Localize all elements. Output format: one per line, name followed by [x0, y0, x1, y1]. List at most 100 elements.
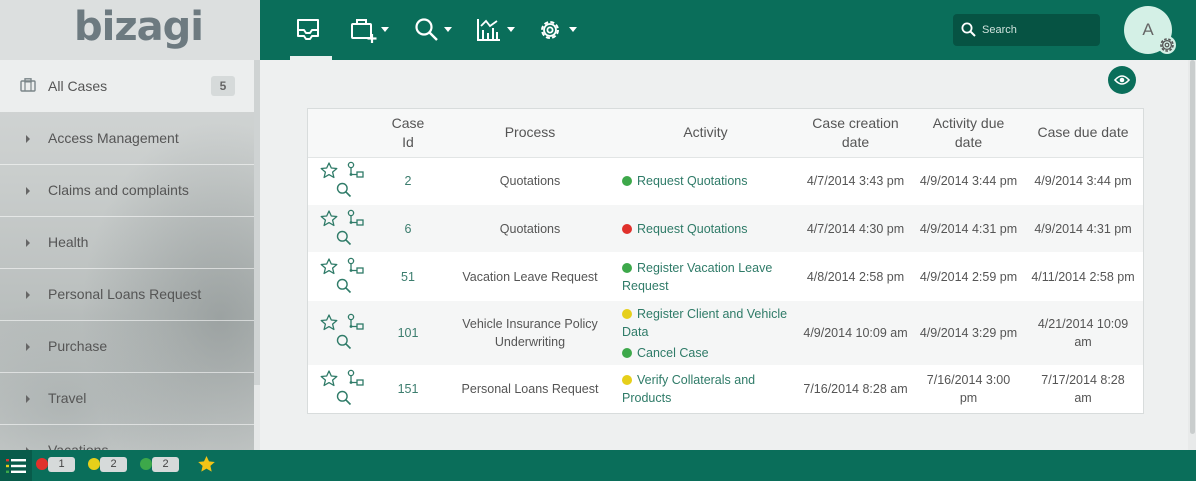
search-input[interactable]	[982, 22, 1092, 38]
case-id-cell[interactable]: 2	[370, 157, 446, 205]
search-icon[interactable]	[336, 230, 352, 246]
star-icon[interactable]	[320, 314, 338, 331]
table-row[interactable]: 6 Quotations Request Quotations 4/7/2014…	[308, 205, 1143, 252]
bizagi-logo[interactable]: bizagi	[74, 4, 204, 50]
sidebar-item-label: Claims and complaints	[48, 182, 189, 198]
search-icon[interactable]	[336, 182, 352, 198]
main-scrollbar-thumb[interactable]	[1190, 60, 1195, 434]
activity-link[interactable]: Verify Collaterals and Products	[622, 371, 791, 407]
search-menu-button[interactable]	[414, 14, 454, 46]
process-cell: Vacation Leave Request	[446, 252, 614, 301]
workflow-icon[interactable]	[347, 369, 365, 387]
table-row[interactable]: 51 Vacation Leave Request Register Vacat…	[308, 252, 1143, 301]
column-header-case-creation-date[interactable]: Case creation date	[797, 109, 914, 158]
column-header-case-due-date[interactable]: Case due date	[1023, 109, 1143, 158]
sidebar-item-all-cases[interactable]: All Cases 5	[0, 60, 254, 112]
column-header-case-id[interactable]: Case Id	[370, 109, 446, 158]
caret-right-icon	[26, 291, 30, 299]
briefcase-icon	[20, 78, 36, 92]
activity-label: Verify Collaterals and Products	[622, 373, 756, 405]
sidebar-scrollbar[interactable]	[254, 60, 260, 450]
active-tab-indicator	[290, 56, 332, 60]
activity-cell: Request Quotations	[614, 205, 797, 252]
settings-button[interactable]	[537, 14, 579, 46]
sidebar-item-travel[interactable]: Travel	[0, 373, 254, 425]
row-actions	[308, 301, 370, 365]
workflow-icon[interactable]	[347, 313, 365, 331]
logo-area: bizagi	[0, 0, 260, 60]
chevron-down-icon	[444, 27, 452, 32]
table-row[interactable]: 151 Personal Loans Request Verify Collat…	[308, 365, 1143, 413]
case-id-cell[interactable]: 51	[370, 252, 446, 301]
process-cell: Vehicle Insurance Policy Underwriting	[446, 301, 614, 365]
row-actions	[308, 205, 370, 252]
caret-right-icon	[26, 135, 30, 143]
sidebar: bizagi All Cases 5 Access Management Cla…	[0, 0, 260, 450]
main-scrollbar[interactable]	[1188, 60, 1196, 450]
star-icon[interactable]	[320, 257, 338, 275]
activity-cell: Verify Collaterals and Products	[614, 365, 797, 413]
sidebar-item-label: Health	[48, 234, 89, 250]
activity-link[interactable]: Register Vacation Leave Request	[622, 259, 791, 295]
analytics-button[interactable]	[476, 14, 516, 46]
activity-label: Request Quotations	[637, 221, 748, 236]
case-creation-date-cell: 4/7/2014 3:43 pm	[797, 157, 914, 205]
sidebar-item-health[interactable]: Health	[0, 217, 254, 269]
search-icon[interactable]	[336, 390, 352, 406]
all-cases-label: All Cases	[48, 78, 108, 94]
chevron-down-icon	[381, 27, 389, 32]
case-id-cell[interactable]: 6	[370, 205, 446, 252]
case-due-date-cell: 7/17/2014 8:28 am	[1023, 365, 1143, 413]
activity-link[interactable]: Register Client and Vehicle Data	[622, 305, 791, 341]
star-icon[interactable]	[320, 370, 338, 387]
top-navigation-bar: A	[260, 0, 1196, 60]
favorites-star-icon[interactable]	[197, 455, 216, 473]
star-icon[interactable]	[320, 162, 338, 179]
table-row[interactable]: 2 Quotations Request Quotations 4/7/2014…	[308, 157, 1143, 205]
new-case-button[interactable]	[350, 14, 392, 46]
search-icon	[961, 22, 976, 37]
column-header-process[interactable]: Process	[446, 109, 614, 158]
activity-link[interactable]: Cancel Case	[622, 344, 791, 362]
activity-cell: Register Client and Vehicle Data Cancel …	[614, 301, 797, 365]
process-cell: Quotations	[446, 157, 614, 205]
sidebar-scrollbar-thumb[interactable]	[254, 60, 260, 385]
inbox-button[interactable]	[292, 14, 328, 46]
case-id-cell[interactable]: 101	[370, 301, 446, 365]
sidebar-item-personal-loans-request[interactable]: Personal Loans Request	[0, 269, 254, 321]
table-header-row: Case Id Process Activity Case creation d…	[308, 109, 1143, 158]
workflow-icon[interactable]	[347, 209, 365, 227]
caret-right-icon	[26, 239, 30, 247]
workflow-icon[interactable]	[347, 257, 365, 275]
activity-due-date-cell: 4/9/2014 3:29 pm	[914, 301, 1023, 365]
view-toggle-button[interactable]	[1108, 66, 1136, 94]
on-time-count: 2	[152, 457, 179, 472]
sidebar-menu: Access Management Claims and complaints …	[0, 113, 254, 450]
column-header-activity-due-date[interactable]: Activity due date	[914, 109, 1023, 158]
case-due-date-cell: 4/11/2014 2:58 pm	[1023, 252, 1143, 301]
sidebar-item-claims-and-complaints[interactable]: Claims and complaints	[0, 165, 254, 217]
sidebar-item-label: Purchase	[48, 338, 108, 354]
workflow-icon[interactable]	[347, 161, 365, 179]
task-list-button[interactable]	[0, 450, 32, 481]
activity-link[interactable]: Request Quotations	[622, 172, 791, 190]
search-box[interactable]	[953, 14, 1100, 46]
star-icon[interactable]	[320, 209, 338, 227]
row-actions	[308, 157, 370, 205]
search-icon[interactable]	[336, 278, 352, 294]
table-row[interactable]: 101 Vehicle Insurance Policy Underwritin…	[308, 301, 1143, 365]
sidebar-item-vacations[interactable]: Vacations	[0, 425, 254, 450]
activity-link[interactable]: Request Quotations	[622, 220, 791, 238]
status-dot-yellow	[622, 308, 632, 319]
case-id-cell[interactable]: 151	[370, 365, 446, 413]
search-icon[interactable]	[336, 334, 352, 350]
sidebar-item-access-management[interactable]: Access Management	[0, 113, 254, 165]
status-dot-green	[622, 347, 632, 358]
caret-right-icon	[26, 343, 30, 351]
new-case-icon	[351, 19, 377, 43]
gear-icon[interactable]	[1157, 35, 1177, 55]
row-actions	[308, 252, 370, 301]
case-creation-date-cell: 4/7/2014 4:30 pm	[797, 205, 914, 252]
column-header-activity[interactable]: Activity	[614, 109, 797, 158]
sidebar-item-purchase[interactable]: Purchase	[0, 321, 254, 373]
